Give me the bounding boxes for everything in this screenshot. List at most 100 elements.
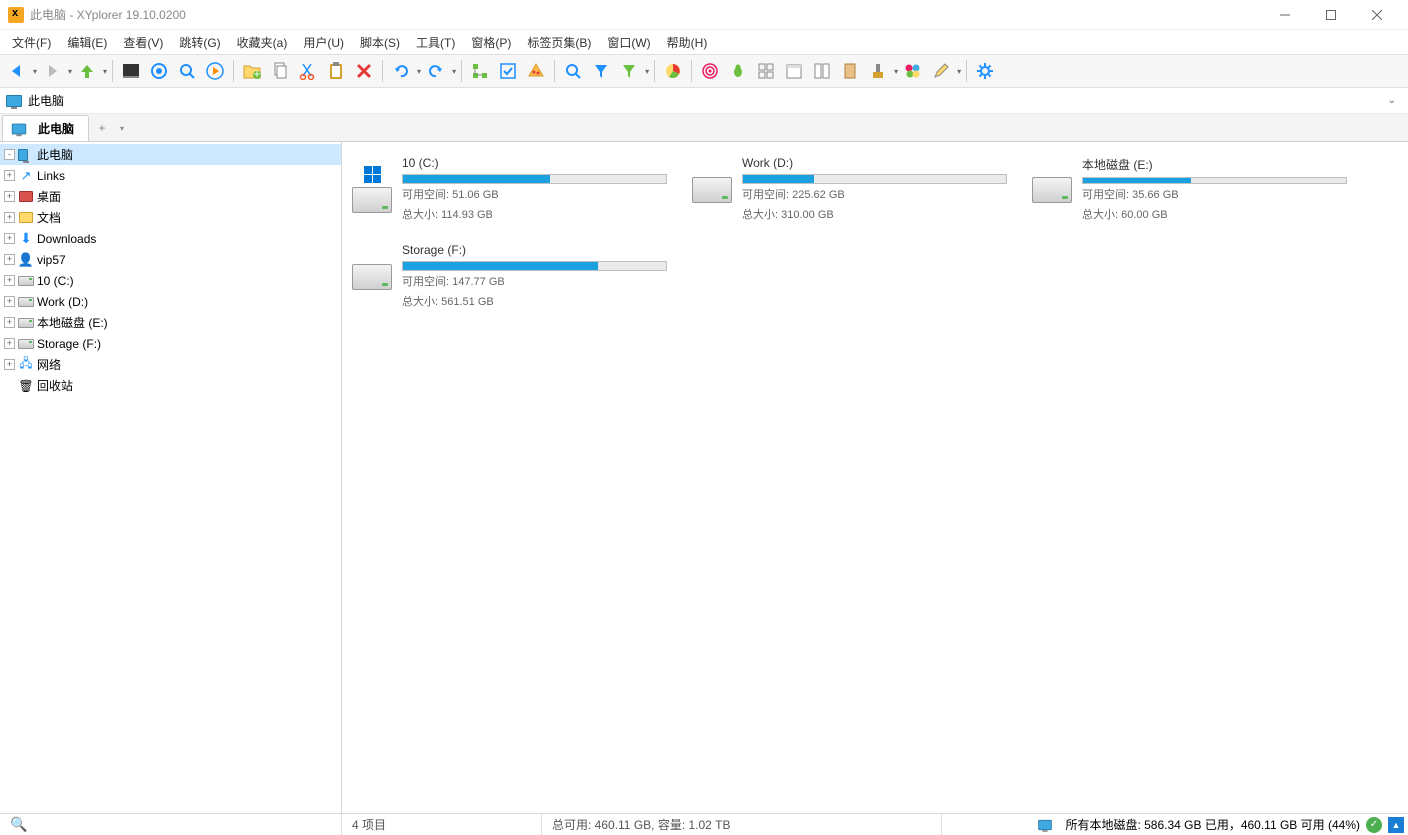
panes-icon[interactable]	[809, 58, 835, 84]
add-tab-button[interactable]: +	[93, 119, 111, 137]
forward-dropdown[interactable]: ▾	[68, 67, 72, 76]
play-icon[interactable]	[202, 58, 228, 84]
menu-panes[interactable]: 窗格(P)	[463, 32, 519, 53]
drive-name: 10 (C:)	[402, 156, 667, 170]
tree-item[interactable]: +👤vip57	[0, 249, 341, 270]
menu-window[interactable]: 窗口(W)	[599, 32, 658, 53]
tab-label: 此电脑	[38, 120, 74, 137]
menu-user[interactable]: 用户(U)	[295, 32, 352, 53]
folder-tree[interactable]: -此电脑+↗Links+桌面+文档+⬇Downloads+👤vip57+10 (…	[0, 142, 342, 813]
close-button[interactable]	[1354, 0, 1400, 30]
expander-icon[interactable]: +	[4, 359, 15, 370]
tree-item[interactable]: 🗑回收站	[0, 375, 341, 396]
tree-label: 文档	[37, 209, 61, 226]
tree-icon[interactable]	[467, 58, 493, 84]
paste-icon[interactable]	[323, 58, 349, 84]
tab-this-pc[interactable]: 此电脑	[2, 115, 89, 141]
minimize-button[interactable]	[1262, 0, 1308, 30]
tree-item[interactable]: +桌面	[0, 186, 341, 207]
menu-file[interactable]: 文件(F)	[4, 32, 59, 53]
column-icon[interactable]	[837, 58, 863, 84]
menu-script[interactable]: 脚本(S)	[352, 32, 408, 53]
brush-icon[interactable]	[865, 58, 891, 84]
undo-icon[interactable]	[388, 58, 414, 84]
pizza-icon[interactable]	[523, 58, 549, 84]
color-wheel-icon[interactable]	[900, 58, 926, 84]
select-icon[interactable]	[495, 58, 521, 84]
expander-icon[interactable]: +	[4, 212, 15, 223]
redo-dropdown[interactable]: ▾	[452, 67, 456, 76]
menu-view[interactable]: 查看(V)	[115, 32, 171, 53]
gear-icon[interactable]	[972, 58, 998, 84]
expander-icon[interactable]: +	[4, 191, 15, 202]
update-badge-icon[interactable]: ▲	[1388, 817, 1404, 833]
expander-icon[interactable]: +	[4, 254, 15, 265]
expander-icon[interactable]: +	[4, 338, 15, 349]
undo-dropdown[interactable]: ▾	[417, 67, 421, 76]
expander-icon[interactable]: +	[4, 275, 15, 286]
pie-icon[interactable]	[660, 58, 686, 84]
pencil-icon[interactable]	[928, 58, 954, 84]
expander-icon[interactable]: +	[4, 233, 15, 244]
address-bar[interactable]: 此电脑 ⌄	[0, 88, 1408, 114]
back-button[interactable]	[4, 58, 30, 84]
cut-icon[interactable]	[295, 58, 321, 84]
menu-help[interactable]: 帮助(H)	[659, 32, 716, 53]
up-dropdown[interactable]: ▾	[103, 67, 107, 76]
up-button[interactable]	[74, 58, 100, 84]
tree-label: Storage (F:)	[37, 337, 101, 351]
tab-menu-button[interactable]: ▾	[113, 119, 131, 137]
search-icon[interactable]	[560, 58, 586, 84]
new-folder-icon[interactable]: +	[239, 58, 265, 84]
drive-item[interactable]: Storage (F:)可用空间: 147.77 GB总大小: 561.51 G…	[348, 239, 668, 314]
expander-icon[interactable]: +	[4, 317, 15, 328]
status-search[interactable]: 🔍	[0, 814, 342, 835]
tree-item[interactable]: +⬇Downloads	[0, 228, 341, 249]
tree-item[interactable]: -此电脑	[0, 144, 341, 165]
drive-item[interactable]: Work (D:)可用空间: 225.62 GB总大小: 310.00 GB	[688, 152, 1008, 227]
tree-item[interactable]: + 本地磁盘 (E:)	[0, 312, 341, 333]
tree-item[interactable]: +↗Links	[0, 165, 341, 186]
tree-item[interactable]: + 文档	[0, 207, 341, 228]
tree-label: vip57	[37, 253, 66, 267]
spiral-icon[interactable]	[697, 58, 723, 84]
ok-badge-icon[interactable]: ✓	[1366, 817, 1382, 833]
expander-icon[interactable]: +	[4, 170, 15, 181]
maximize-button[interactable]	[1308, 0, 1354, 30]
forward-button[interactable]	[39, 58, 65, 84]
status-bar: 🔍 4 项目 总可用: 460.11 GB, 容量: 1.02 TB 所有本地磁…	[0, 813, 1408, 835]
zoom-icon[interactable]	[174, 58, 200, 84]
expander-icon[interactable]: +	[4, 296, 15, 307]
drive-name: 本地磁盘 (E:)	[1082, 156, 1347, 173]
tree-item[interactable]: +10 (C:)	[0, 270, 341, 291]
delete-icon[interactable]	[351, 58, 377, 84]
tree-item[interactable]: +🖧网络	[0, 354, 341, 375]
drive-icon	[18, 336, 34, 352]
target-icon[interactable]	[146, 58, 172, 84]
drive-item[interactable]: 10 (C:)可用空间: 51.06 GB总大小: 114.93 GB	[348, 152, 668, 227]
copy-icon[interactable]	[267, 58, 293, 84]
workspace: -此电脑+↗Links+桌面+文档+⬇Downloads+👤vip57+10 (…	[0, 142, 1408, 813]
tree-label: 本地磁盘 (E:)	[37, 314, 108, 331]
address-dropdown[interactable]: ⌄	[1382, 95, 1402, 106]
file-list[interactable]: 10 (C:)可用空间: 51.06 GB总大小: 114.93 GB Work …	[342, 142, 1408, 813]
menu-favorites[interactable]: 收藏夹(a)	[229, 32, 296, 53]
console-icon[interactable]	[118, 58, 144, 84]
tree-item[interactable]: +Work (D:)	[0, 291, 341, 312]
drive-item[interactable]: 本地磁盘 (E:)可用空间: 35.66 GB总大小: 60.00 GB	[1028, 152, 1348, 227]
tree-item[interactable]: + Storage (F:)	[0, 333, 341, 354]
menu-tools[interactable]: 工具(T)	[408, 32, 463, 53]
calendar-icon[interactable]	[781, 58, 807, 84]
apps-icon[interactable]	[753, 58, 779, 84]
expander-icon[interactable]: -	[4, 149, 15, 160]
menu-edit[interactable]: 编辑(E)	[59, 32, 115, 53]
back-dropdown[interactable]: ▾	[33, 67, 37, 76]
menu-goto[interactable]: 跳转(G)	[171, 32, 228, 53]
drive-free: 可用空间: 35.66 GB	[1082, 188, 1347, 203]
filter-icon[interactable]	[588, 58, 614, 84]
menu-tabsets[interactable]: 标签页集(B)	[519, 32, 599, 53]
status-summary: 总可用: 460.11 GB, 容量: 1.02 TB	[542, 814, 942, 835]
bug-icon[interactable]	[725, 58, 751, 84]
redo-icon[interactable]	[423, 58, 449, 84]
filter-green-icon[interactable]	[616, 58, 642, 84]
